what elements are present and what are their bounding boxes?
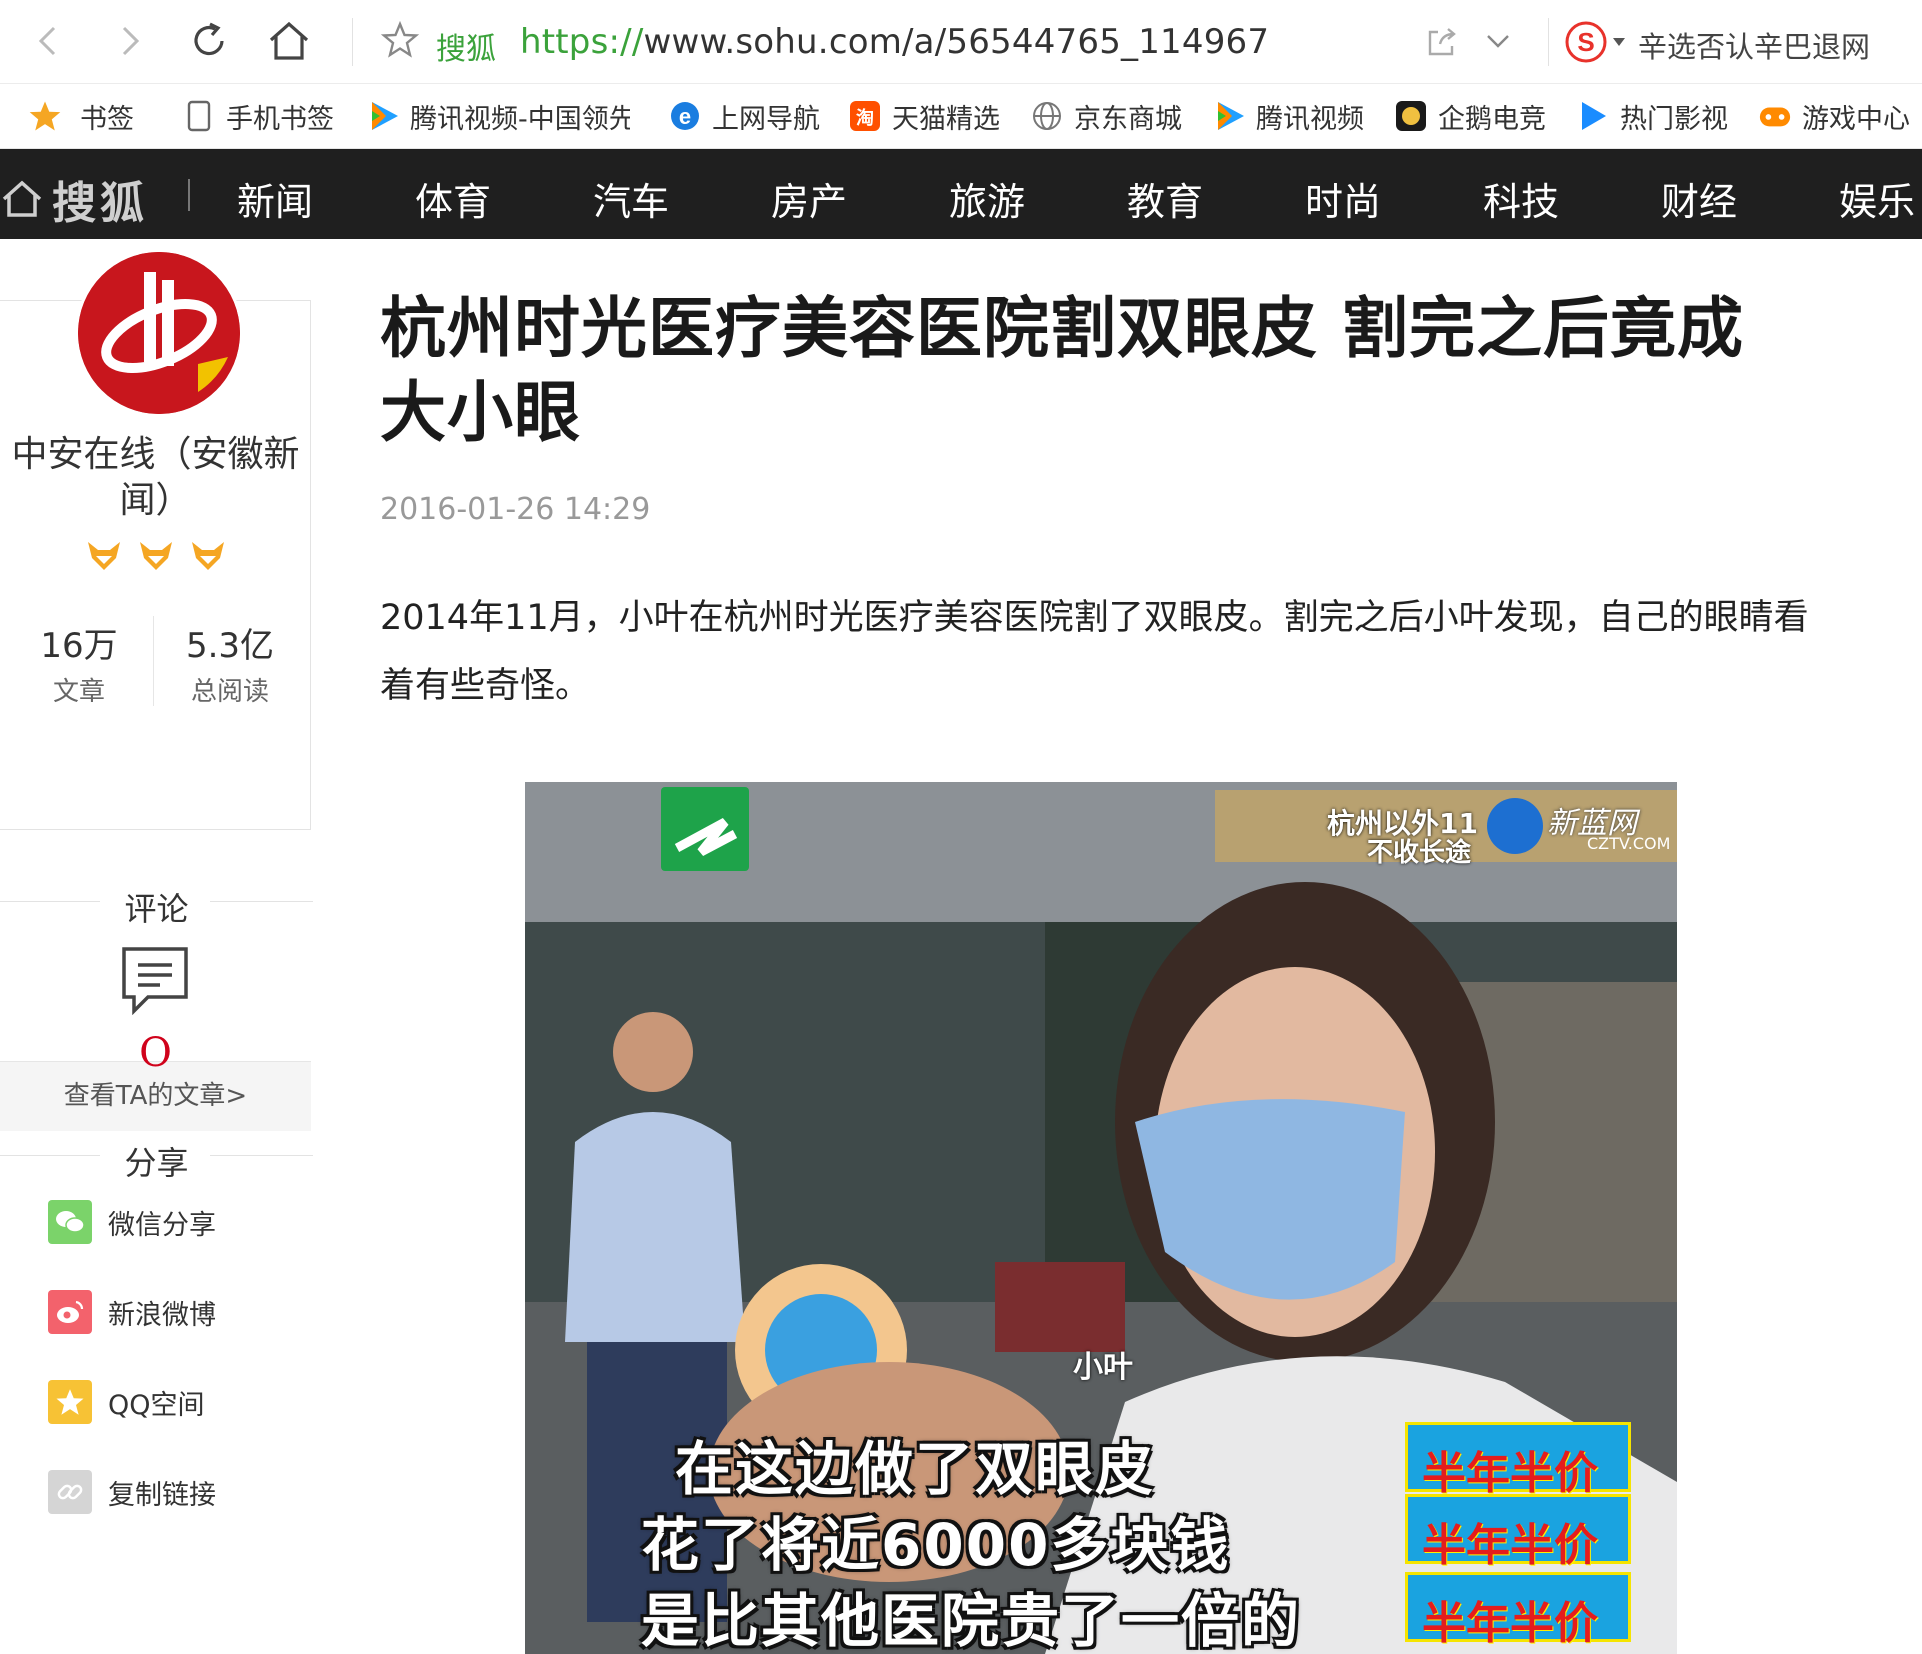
home-icon: [2, 180, 42, 217]
star-icon: [28, 99, 62, 133]
svg-text:S: S: [1577, 27, 1594, 57]
stat-divider: [153, 616, 154, 706]
share-page-icon[interactable]: [1424, 24, 1460, 64]
svg-text:e: e: [679, 104, 691, 129]
tencent-video-icon: [1212, 99, 1246, 133]
back-arrow-icon: [38, 26, 56, 56]
phone-icon: [182, 99, 216, 133]
site-name-label: 搜狐: [436, 32, 496, 67]
url-protocol: https://: [520, 22, 644, 62]
toolbar-divider: [1548, 18, 1549, 66]
bookmark-item[interactable]: 热门影视: [1576, 98, 1728, 135]
reads-label: 总阅读: [190, 677, 269, 707]
forward-arrow-icon: [122, 26, 140, 56]
articles-count: 16万: [40, 626, 118, 666]
share-qzone[interactable]: QQ空间: [48, 1380, 205, 1424]
link-icon: [48, 1470, 92, 1514]
nav-item-travel[interactable]: 旅游: [949, 171, 1025, 226]
share-title: 分享: [124, 1144, 189, 1182]
comment-count: O: [139, 1030, 172, 1076]
bookmark-item[interactable]: 腾讯视频-中国领先: [366, 98, 630, 135]
svg-text:淘: 淘: [856, 107, 874, 129]
overlay-top-text-2: 不收长途: [1367, 838, 1472, 868]
bookmark-item[interactable]: 书签: [28, 98, 134, 135]
nav-divider: [188, 179, 190, 211]
reload-icon: [194, 22, 224, 56]
tencent-video-icon: [366, 99, 400, 133]
nav-item-auto[interactable]: 汽车: [593, 171, 669, 226]
articles-label: 文章: [52, 677, 105, 707]
nav-item-finance[interactable]: 财经: [1661, 171, 1737, 226]
share-wechat[interactable]: 微信分享: [48, 1200, 216, 1244]
wechat-icon: [48, 1200, 92, 1244]
subtitle-line-3: 是比其他医院贵了一倍的: [641, 1587, 1302, 1654]
share-weibo[interactable]: 新浪微博: [48, 1290, 216, 1334]
promo-badge: 半年半价: [1405, 1572, 1631, 1649]
url-field[interactable]: https://www.sohu.com/a/56544765_114967: [520, 22, 1269, 62]
subtitle-line-1: 在这边做了双眼皮: [675, 1435, 1156, 1503]
nav-item-realestate[interactable]: 房产: [771, 171, 847, 226]
forward-button[interactable]: [104, 16, 154, 66]
tmall-icon: 淘: [848, 99, 882, 133]
bookmark-star-icon[interactable]: [380, 20, 420, 64]
reads-count: 5.3亿: [185, 626, 275, 666]
reload-button[interactable]: [184, 16, 234, 66]
bookmark-item[interactable]: 游戏中心: [1758, 98, 1910, 135]
fox-badge-icon: [87, 542, 120, 570]
article-date: 2016-01-26 14:29: [380, 492, 651, 527]
fox-badge-icon: [191, 542, 224, 570]
penguin-icon: [1394, 99, 1428, 133]
author-name[interactable]: 中安在线（安徽新闻）: [0, 432, 311, 524]
sogou-icon: S: [1565, 21, 1607, 63]
chevron-down-icon[interactable]: [1484, 28, 1512, 58]
author-avatar[interactable]: [78, 252, 240, 414]
gamepad-icon: [1758, 99, 1792, 133]
nav-item-news[interactable]: 新闻: [237, 171, 313, 226]
article-title: 杭州时光医疗美容医院割双眼皮 割完之后竟成大小眼: [380, 290, 1744, 451]
nav-item-education[interactable]: 教育: [1127, 171, 1203, 226]
sohu-logo[interactable]: 搜狐: [0, 167, 148, 231]
home-button[interactable]: [264, 16, 314, 66]
promo-badge: 半年半价: [1405, 1422, 1631, 1499]
nav-item-tech[interactable]: 科技: [1483, 171, 1559, 226]
home-icon: [269, 21, 309, 60]
url-path: www.sohu.com/a/56544765_114967: [643, 22, 1270, 62]
globe-icon: [1030, 99, 1064, 133]
bookmark-item[interactable]: 手机书签: [182, 98, 334, 135]
article-news-image: 杭州以外11 不收长途 新蓝网 CZTV.COM 小叶 在这边做了双眼皮 花了将…: [525, 782, 1677, 1654]
bookmark-item[interactable]: e 上网导航: [668, 98, 820, 135]
bookmark-item[interactable]: 淘 天猫精选: [848, 98, 1000, 135]
subtitle-line-2: 花了将近6000多块钱: [641, 1511, 1231, 1579]
stat-reads: 5.3亿 总阅读: [160, 618, 300, 708]
bookmark-item[interactable]: 京东商城: [1030, 98, 1182, 135]
qzone-star-icon: [48, 1380, 92, 1424]
bookmark-item[interactable]: 企鹅电竞: [1394, 98, 1546, 135]
caret-down-icon: [1613, 38, 1625, 46]
play-icon: [1576, 99, 1610, 133]
bookmarks-bar: 书签 手机书签 腾讯视频-中国领先 e 上网导航 淘 天猫精选 京东商城 腾讯视…: [0, 84, 1922, 149]
search-suggestion[interactable]: 辛选否认辛巴退网: [1638, 24, 1870, 66]
fox-badge-icon: [139, 542, 172, 570]
author-badges: [0, 540, 311, 572]
weibo-icon: [48, 1290, 92, 1334]
ie-icon: e: [668, 99, 702, 133]
toolbar-divider: [352, 18, 353, 66]
stat-articles: 16万 文章: [20, 618, 138, 708]
bookmark-item[interactable]: 腾讯视频: [1212, 98, 1364, 135]
comment-icon[interactable]: [120, 945, 190, 1019]
site-nav-bar: 搜狐 新闻 体育 汽车 房产 旅游 教育 时尚 科技 财经 娱乐: [0, 149, 1922, 239]
share-copy-link[interactable]: 复制链接: [48, 1470, 216, 1514]
caption-name: 小叶: [1073, 1350, 1133, 1385]
channel-domain: CZTV.COM: [1587, 834, 1671, 853]
promo-badge: 半年半价: [1405, 1494, 1631, 1571]
article-paragraph: 2014年11月，小叶在杭州时光医疗美容医院割了双眼皮。割完之后小叶发现，自己的…: [380, 598, 1809, 706]
nav-item-sports[interactable]: 体育: [415, 171, 491, 226]
author-logo-icon: [78, 252, 240, 414]
comments-title: 评论: [124, 890, 189, 928]
browser-toolbar: 搜狐 https://www.sohu.com/a/56544765_11496…: [0, 0, 1922, 84]
nav-item-fashion[interactable]: 时尚: [1305, 171, 1381, 226]
nav-item-entertainment[interactable]: 娱乐: [1839, 171, 1915, 226]
search-engine-selector[interactable]: S: [1564, 20, 1626, 64]
back-button[interactable]: [24, 16, 74, 66]
